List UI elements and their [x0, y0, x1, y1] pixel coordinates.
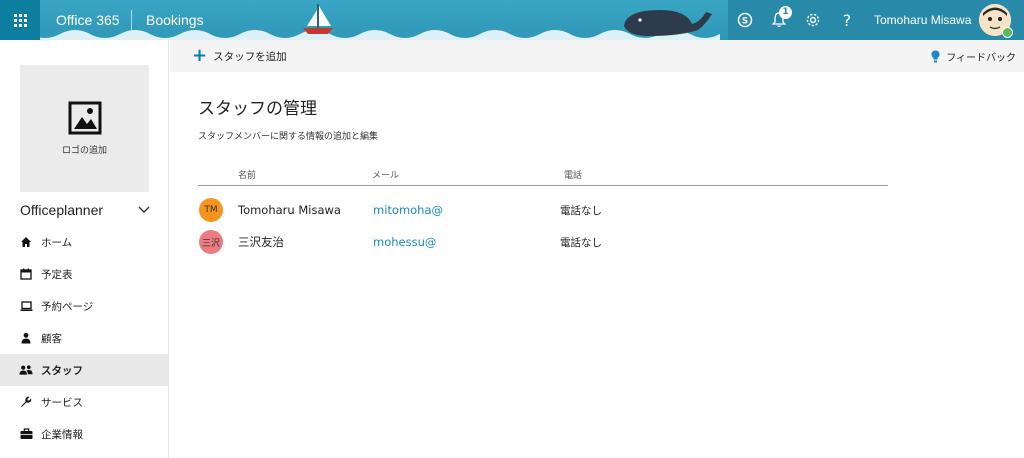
settings-button[interactable] [796, 0, 830, 40]
sidebar-nav: ホーム 予定表 予約ページ 顧客 スタッフ サービス 企業情報 [0, 226, 168, 450]
skype-icon: S [737, 12, 753, 28]
add-staff-label: スタッフを追加 [213, 50, 287, 63]
sidebar-item-services[interactable]: サービス [0, 386, 168, 418]
calendar-icon [19, 267, 33, 281]
app-launcher-button[interactable] [0, 0, 40, 40]
table-row[interactable]: 三沢 三沢友治 mohessu@ 電話なし [198, 226, 888, 258]
sidebar-item-label: スタッフ [41, 364, 83, 377]
staff-mail-link[interactable]: mitomoha@ [373, 203, 443, 217]
main-content: スタッフの管理 スタッフメンバーに関する情報の追加と編集 名前 メール 電話 T… [198, 72, 888, 258]
sidebar-item-label: 予定表 [41, 268, 73, 281]
help-icon: ? [842, 10, 852, 30]
staff-avatar: 三沢 [199, 230, 223, 254]
image-icon [68, 101, 101, 135]
help-button[interactable]: ? [830, 0, 864, 40]
staff-table-header: 名前 メール 電話 [198, 164, 888, 186]
feedback-button[interactable]: フィードバック [931, 49, 1016, 64]
skype-button[interactable]: S [728, 0, 762, 40]
command-bar: + スタッフを追加 フィードバック [170, 40, 1024, 72]
top-right-actions: S 1 ? Tomoharu Misawa [728, 0, 1024, 40]
lightbulb-icon [931, 50, 940, 62]
whale-icon [624, 10, 712, 36]
staff-avatar: TM [199, 198, 223, 222]
staff-name: 三沢友治 [238, 235, 284, 249]
staff-phone: 電話なし [560, 236, 602, 249]
add-staff-button[interactable]: + スタッフを追加 [192, 47, 287, 65]
laptop-icon [19, 299, 33, 313]
sidebar-item-label: 顧客 [41, 332, 62, 345]
sidebar-item-label: 予約ページ [41, 300, 94, 313]
table-row[interactable]: TM Tomoharu Misawa mitomoha@ 電話なし [198, 194, 888, 226]
page-title: スタッフの管理 [198, 99, 317, 119]
column-header-mail[interactable]: メール [372, 168, 399, 181]
app-title[interactable]: Bookings [146, 0, 204, 40]
chevron-down-icon [138, 206, 150, 213]
top-bar: Office 365 Bookings S 1 ? Tomoharu Misaw [0, 0, 1024, 40]
brand-divider [131, 10, 132, 30]
sidebar-item-booking-page[interactable]: 予約ページ [0, 290, 168, 322]
column-header-name[interactable]: 名前 [238, 168, 256, 181]
column-header-phone[interactable]: 電話 [564, 168, 582, 181]
staff-phone: 電話なし [560, 204, 602, 217]
svg-text:S: S [742, 17, 748, 27]
notification-badge: 1 [779, 6, 792, 19]
business-name: Officeplanner [20, 202, 104, 218]
sidebar-item-label: 企業情報 [41, 428, 83, 441]
user-avatar[interactable] [979, 4, 1014, 38]
person-icon [19, 331, 33, 345]
wrench-icon [19, 395, 33, 409]
user-name[interactable]: Tomoharu Misawa [874, 13, 971, 27]
sidebar: ロゴの追加 Officeplanner ホーム 予定表 予約ページ 顧客 スタッ… [0, 40, 169, 458]
sidebar-item-staff[interactable]: スタッフ [0, 354, 168, 386]
notifications-button[interactable]: 1 [762, 0, 796, 40]
home-icon [19, 235, 33, 249]
sidebar-item-company-info[interactable]: 企業情報 [0, 418, 168, 450]
presence-available-icon [1002, 27, 1014, 38]
add-logo-label: ロゴの追加 [61, 146, 107, 156]
gear-icon [806, 13, 820, 27]
staff-mail-link[interactable]: mohessu@ [373, 235, 436, 249]
briefcase-icon [19, 427, 33, 441]
sidebar-item-calendar[interactable]: 予定表 [0, 258, 168, 290]
business-selector[interactable]: Officeplanner [20, 202, 150, 218]
sailboat-icon [303, 4, 333, 34]
sidebar-item-customers[interactable]: 顧客 [0, 322, 168, 354]
sidebar-item-home[interactable]: ホーム [0, 226, 168, 258]
suite-title[interactable]: Office 365 [56, 0, 120, 40]
staff-name: Tomoharu Misawa [238, 203, 341, 217]
sidebar-item-label: サービス [41, 396, 83, 409]
add-logo-button[interactable]: ロゴの追加 [20, 65, 149, 192]
waffle-icon [13, 13, 27, 27]
sidebar-item-label: ホーム [41, 236, 73, 249]
people-icon [19, 363, 33, 377]
plus-icon: + [192, 45, 208, 66]
page-subtitle: スタッフメンバーに関する情報の追加と編集 [198, 132, 379, 142]
staff-list: TM Tomoharu Misawa mitomoha@ 電話なし 三沢 三沢友… [198, 194, 888, 258]
feedback-label: フィードバック [946, 52, 1016, 64]
